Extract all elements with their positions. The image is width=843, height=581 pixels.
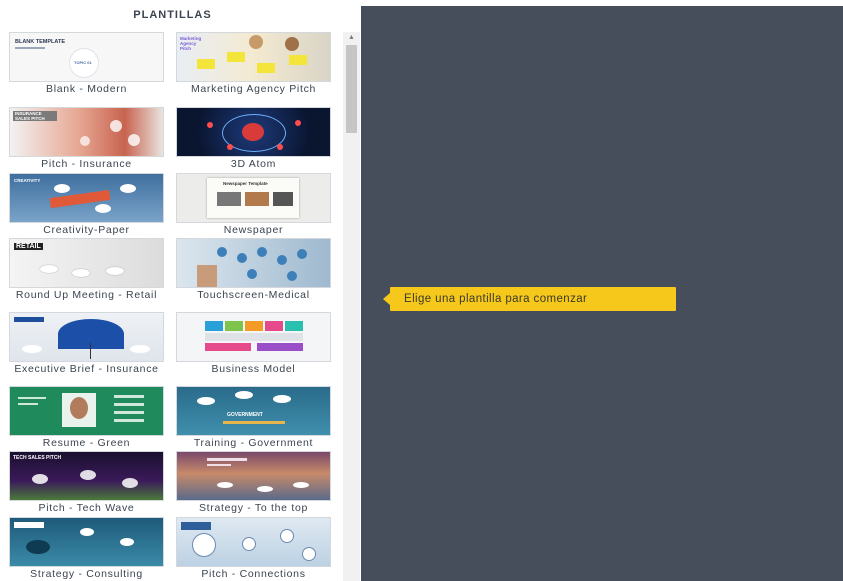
template-thumbnail[interactable] — [177, 108, 330, 156]
template-resume-green[interactable]: Resume - Green — [10, 387, 163, 448]
template-label: Strategy - Consulting — [30, 568, 143, 580]
template-thumbnail[interactable] — [177, 239, 330, 287]
template-label: Creativity-Paper — [43, 224, 130, 236]
sidebar-title: PLANTILLAS — [133, 9, 212, 21]
template-label: Pitch - Connections — [201, 568, 306, 580]
thumbnail-title: GOVERNMENT — [227, 412, 263, 418]
template-pitch-connections[interactable]: Pitch - Connections — [177, 518, 330, 579]
template-marketing-agency-pitch[interactable]: Marketing Agency Pitch Marketing Agency … — [177, 33, 330, 94]
template-pitch-tech-wave[interactable]: TECH SALES PITCH Pitch - Tech Wave — [10, 452, 163, 513]
template-label: Newspaper — [223, 224, 284, 236]
thumbnail-topic: TOPIC 01 — [74, 60, 92, 65]
template-thumbnail[interactable] — [10, 313, 163, 361]
thumbnail-title: INSURANCE SALES PITCH — [13, 111, 57, 121]
scroll-thumb[interactable] — [346, 45, 357, 133]
template-label: Resume - Green — [42, 437, 131, 449]
template-label: Executive Brief - Insurance — [14, 363, 159, 375]
template-thumbnail[interactable]: Marketing Agency Pitch — [177, 33, 330, 81]
template-label: Touchscreen-Medical — [197, 289, 310, 301]
template-creativity-paper[interactable]: CREATIVITY Creativity-Paper — [10, 174, 163, 235]
choose-template-tooltip: Elige una plantilla para comenzar — [383, 287, 676, 311]
template-thumbnail[interactable]: GOVERNMENT — [177, 387, 330, 435]
thumbnail-title: TECH SALES PITCH — [13, 455, 62, 461]
template-label: Round Up Meeting - Retail — [15, 289, 158, 301]
template-label: Strategy - To the top — [198, 502, 309, 514]
template-touchscreen-medical[interactable]: Touchscreen-Medical — [177, 239, 330, 300]
template-label: Marketing Agency Pitch — [190, 83, 317, 95]
scroll-up-arrow-icon[interactable]: ▲ — [343, 32, 360, 44]
template-3d-atom[interactable]: 3D Atom — [177, 108, 330, 169]
template-thumbnail[interactable] — [177, 452, 330, 500]
template-thumbnail[interactable]: Newspaper Template — [177, 174, 330, 222]
template-thumbnail[interactable] — [177, 313, 330, 361]
template-thumbnail[interactable] — [177, 518, 330, 566]
thumbnail-title: RETAIL — [14, 243, 43, 250]
template-label: 3D Atom — [230, 158, 277, 170]
template-thumbnail[interactable]: CREATIVITY — [10, 174, 163, 222]
template-strategy-to-the-top[interactable]: Strategy - To the top — [177, 452, 330, 513]
thumbnail-title: Newspaper Template — [223, 181, 268, 186]
template-executive-brief-insurance[interactable]: Executive Brief - Insurance — [10, 313, 163, 374]
sidebar-scrollbar[interactable]: ▲ — [343, 32, 360, 581]
template-business-model[interactable]: Business Model — [177, 313, 330, 374]
template-label: Training - Government — [193, 437, 314, 449]
template-pitch-insurance[interactable]: INSURANCE SALES PITCH Pitch - Insurance — [10, 108, 163, 169]
template-thumbnail[interactable] — [10, 387, 163, 435]
template-strategy-consulting[interactable]: Strategy - Consulting — [10, 518, 163, 579]
template-round-up-meeting-retail[interactable]: RETAIL Round Up Meeting - Retail — [10, 239, 163, 300]
template-thumbnail[interactable]: BLANK TEMPLATE TOPIC 01 — [10, 33, 163, 81]
thumbnail-title: BLANK TEMPLATE — [15, 39, 66, 45]
template-thumbnail[interactable]: RETAIL — [10, 239, 163, 287]
template-label: Pitch - Tech Wave — [38, 502, 135, 514]
templates-sidebar: PLANTILLAS BLANK TEMPLATE TOPIC 01 Blank… — [0, 0, 345, 581]
template-thumbnail[interactable]: INSURANCE SALES PITCH — [10, 108, 163, 156]
template-thumbnail[interactable] — [10, 518, 163, 566]
thumbnail-title: CREATIVITY — [14, 178, 41, 183]
template-training-government[interactable]: GOVERNMENT Training - Government — [177, 387, 330, 448]
template-newspaper[interactable]: Newspaper Template Newspaper — [177, 174, 330, 235]
template-blank-modern[interactable]: BLANK TEMPLATE TOPIC 01 Blank - Modern — [10, 33, 163, 94]
template-label: Blank - Modern — [46, 83, 127, 95]
template-label: Business Model — [211, 363, 296, 375]
template-thumbnail[interactable]: TECH SALES PITCH — [10, 452, 163, 500]
thumbnail-title: Marketing Agency Pitch — [180, 36, 202, 51]
template-label: Pitch - Insurance — [41, 158, 132, 170]
